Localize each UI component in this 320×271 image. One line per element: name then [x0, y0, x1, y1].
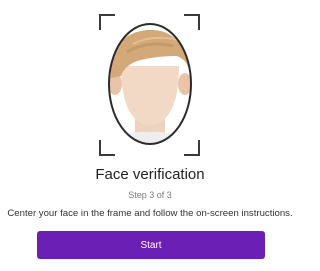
start-button[interactable]: Start — [37, 231, 265, 259]
page-title: Face verification — [95, 166, 205, 183]
step-indicator: Step 3 of 3 — [128, 190, 172, 200]
instructions-text: Center your face in the frame and follow… — [7, 208, 293, 219]
face-verification-screen: Face verification Step 3 of 3 Center you… — [0, 0, 300, 271]
face-outline-icon — [108, 23, 192, 145]
